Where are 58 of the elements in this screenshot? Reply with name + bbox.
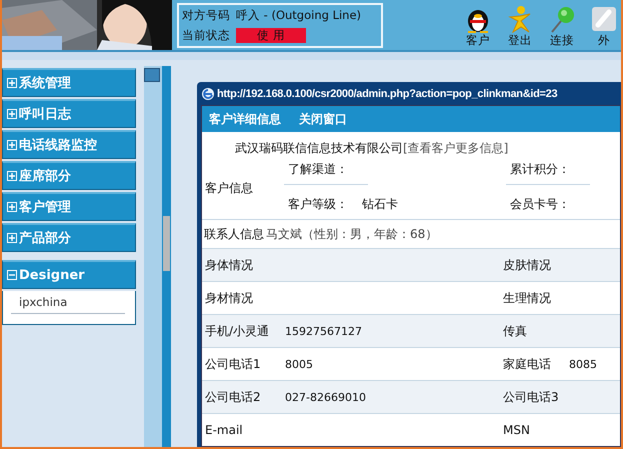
plus-icon [7, 140, 17, 150]
field-label: 了解渠道： [288, 162, 348, 176]
field-label: 家庭电话 [503, 356, 552, 372]
info-label: 当前状态 [182, 28, 230, 44]
field-value: 8005 [285, 358, 313, 371]
field-label: 手机/小灵通 [205, 322, 270, 340]
sidebar-item[interactable]: 系统管理 [2, 68, 136, 97]
field-value: 15927567127 [285, 325, 362, 338]
submenu-link[interactable]: ipxchina [11, 295, 125, 314]
more-info-link[interactable]: [查看客户更多信息] [403, 140, 508, 157]
info-label: 对方号码 [182, 8, 230, 23]
sidebar-item[interactable]: 座席部分 [2, 161, 136, 190]
toolbar-button[interactable]: 客户 [461, 5, 495, 48]
company-name: 武汉瑞码联信信息技术有限公司 [235, 140, 403, 157]
field-value: 8085 [569, 358, 597, 371]
field-value: 027-82669010 [285, 391, 366, 404]
toolbar-button[interactable]: 连接 [545, 5, 579, 48]
field-label: MSN [503, 423, 531, 437]
person-icon [507, 5, 533, 33]
field-label: 客户等级： [287, 196, 348, 212]
section-label: 联系人信息 [204, 226, 264, 242]
plus-icon [7, 233, 17, 243]
sidebar-item[interactable]: 电话线路监控 [2, 130, 136, 159]
plus-icon [7, 171, 17, 181]
toolbar-button[interactable]: 外 [587, 5, 621, 48]
toolbar-button[interactable]: 登出 [503, 5, 537, 48]
sidebar-item[interactable]: Designer [2, 260, 136, 289]
window-title: http://192.168.0.100/csr2000/admin.php?action=pop_clinkman&id=23 [217, 88, 558, 100]
sidebar-item[interactable]: 呼叫日志 [2, 99, 136, 128]
sidebar-item[interactable]: 产品部分 [2, 223, 136, 252]
field-label: 公司电话2 [205, 388, 262, 406]
plus-icon [7, 202, 17, 212]
section-label: 客户信息 [204, 180, 254, 196]
field-label: 身材情况 [205, 290, 254, 306]
field-label: 公司电话1 [205, 356, 262, 372]
plus-icon [7, 78, 17, 88]
field-value: 钻石卡 [362, 196, 398, 212]
pushpin-icon [549, 5, 575, 33]
field-label: 累计积分： [510, 162, 570, 176]
contact-value: 马文斌（性别：男，年龄：68） [266, 226, 438, 242]
menu-link[interactable]: 客户详细信息 [209, 110, 281, 128]
sidebar-item[interactable]: 客户管理 [2, 192, 136, 221]
drag-handle[interactable] [163, 216, 170, 271]
plus-icon [7, 109, 17, 119]
collapse-button[interactable] [144, 68, 160, 82]
field-label: 公司电话3 [503, 388, 560, 406]
field-label: 身体情况 [205, 256, 254, 274]
menu-link[interactable]: 关闭窗口 [299, 110, 347, 128]
phone-icon [591, 5, 617, 33]
field-label: 生理情况 [503, 290, 552, 306]
status-value: 使 用 [236, 28, 306, 44]
browser-icon [201, 86, 215, 100]
field-label: 传真 [503, 322, 528, 340]
info-value: 呼入 - (Outgoing Line) [236, 8, 362, 23]
field-label: 会员卡号： [509, 196, 570, 212]
field-label: 皮肤情况 [503, 256, 552, 274]
minus-icon [7, 270, 17, 280]
field-label: E-mail [205, 423, 244, 437]
